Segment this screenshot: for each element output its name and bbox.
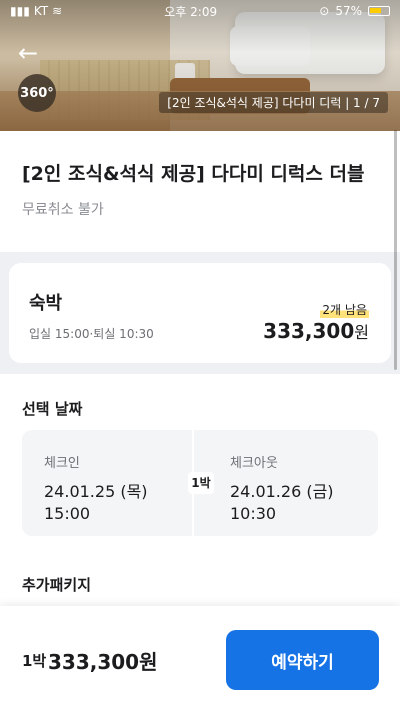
view-360-button[interactable]: 360° [18,74,56,112]
checkin-column[interactable]: 체크인 24.01.25 (목) 15:00 [22,430,192,536]
stay-price-currency: 원 [354,323,369,342]
checkout-label: 체크아웃 [230,456,278,471]
battery-icon [367,6,390,16]
extra-package-title: 추가패키지 [22,576,92,594]
photo-caption: [2인 조식&석식 제공] 다다미 디럭 | 1 / 7 [159,92,388,113]
stay-price-amount: 333,300 [263,319,355,343]
stay-option-card[interactable]: 숙박 입실 15:00·퇴실 10:30 2개 남음 333,300원 [9,263,391,363]
nights-badge: 1박 [188,472,214,494]
status-bar: ▮▮▮ KT ≋ 오후 2:09 ⊙ 57% [0,0,400,22]
selected-dates-section: 선택 날짜 체크인 24.01.25 (목) 15:00 체크아웃 24.01.… [0,374,400,606]
checkout-date: 24.01.26 (금) [230,482,334,501]
scrollbar[interactable] [394,130,397,370]
checkin-time: 15:00 [44,504,91,523]
checkin-label: 체크인 [44,456,80,471]
selected-dates-title: 선택 날짜 [22,400,83,418]
reserve-button[interactable]: 예약하기 [226,630,379,690]
total-price: 333,300원 [48,650,158,674]
remaining-badge: 2개 남음 [320,301,369,318]
page: ▮▮▮ KT ≋ 오후 2:09 ⊙ 57% ← 360° [2인 조식&석식 … [0,0,400,711]
cancel-policy: 무료취소 불가 [22,202,104,218]
back-arrow-icon[interactable]: ← [18,40,44,66]
checkout-time: 10:30 [230,504,277,523]
battery-percent: 57% [335,4,362,18]
rotation-lock-icon: ⊙ [319,4,330,18]
clock: 오후 2:09 [164,4,218,19]
bottom-bar: 1박 333,300원 예약하기 [0,606,400,711]
wifi-icon: ≋ [52,4,63,18]
signal-icon: ▮▮▮ [10,4,30,18]
checkout-column[interactable]: 체크아웃 24.01.26 (금) 10:30 [192,430,378,536]
checkin-date: 24.01.25 (목) [44,482,148,501]
room-title: [2인 조식&석식 제공] 다다미 디럭스 더블 [22,163,365,185]
price-section: 숙박 입실 15:00·퇴실 10:30 2개 남음 333,300원 [0,252,400,374]
stay-price: 333,300원 [263,319,369,343]
room-title-section: [2인 조식&석식 제공] 다다미 디럭스 더블 무료취소 불가 [0,131,400,252]
bottom-nights: 1박 [22,652,47,670]
carrier-label: KT [33,4,49,18]
